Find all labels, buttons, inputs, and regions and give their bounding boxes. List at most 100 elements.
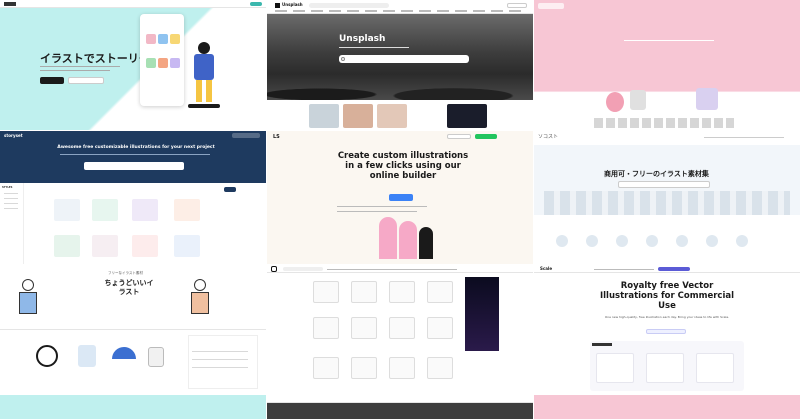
hero-desc-2: [337, 211, 417, 212]
brand-name[interactable]: ソコスト: [538, 133, 558, 140]
illustration-3[interactable]: [132, 199, 158, 221]
lineart-12[interactable]: [427, 357, 453, 379]
filter-item-2[interactable]: [4, 198, 18, 199]
phone-thumb-3: [170, 34, 180, 44]
section-divider: [0, 329, 266, 330]
nav-search[interactable]: [309, 3, 389, 8]
hero-title: ちょうどいいイラスト: [104, 279, 154, 296]
tab-active[interactable]: [224, 187, 236, 192]
tile-6-japanese-illustration-material[interactable]: ソコスト 商用可・フリーのイラスト素材集: [534, 131, 800, 264]
sidebar-item-2[interactable]: [192, 359, 248, 360]
lineart-5[interactable]: [313, 317, 339, 339]
tile-9-scale[interactable]: Scale Royalty free Vector Illustrations …: [534, 265, 800, 394]
hero-tagline: [624, 40, 714, 41]
category-icon-5[interactable]: [676, 235, 688, 247]
site-logo[interactable]: [4, 2, 16, 6]
tile-12-partial[interactable]: [534, 395, 800, 419]
category-thumbs[interactable]: [594, 118, 734, 128]
hero-title: Create custom illustrations in a few cli…: [337, 151, 469, 181]
illustration-6[interactable]: [92, 235, 118, 257]
category-icon-3[interactable]: [616, 235, 628, 247]
scale-card-2[interactable]: [646, 353, 684, 383]
search-input[interactable]: [339, 55, 469, 63]
secondary-button[interactable]: [68, 77, 104, 84]
filter-item-4[interactable]: [4, 208, 18, 209]
illustration-7[interactable]: [132, 235, 158, 257]
category-icon-2[interactable]: [586, 235, 598, 247]
tile-1-storytelling-site[interactable]: イラストでストーリーを語る: [0, 0, 266, 130]
ad-banner[interactable]: [465, 277, 499, 351]
unsplash-logo[interactable]: [275, 3, 280, 8]
scale-label: [592, 343, 612, 346]
character-left: [16, 279, 40, 319]
lineart-11[interactable]: [389, 357, 415, 379]
hero-title: Awesome free customizable illustrations …: [57, 145, 215, 150]
sub-label: フリーなイラスト素材: [108, 271, 143, 275]
search-input[interactable]: [283, 267, 323, 271]
tile-7-choudoii-illustration[interactable]: フリーなイラスト素材 ちょうどいいイラスト: [0, 265, 266, 394]
scale-card-1[interactable]: [596, 353, 634, 383]
tile-11-partial[interactable]: [267, 395, 533, 419]
phone-thumb-6: [170, 58, 180, 68]
hero-title: Royalty free Vector Illustrations for Co…: [599, 281, 735, 311]
brand-name[interactable]: Scale: [540, 266, 552, 271]
city-illustration: [544, 191, 790, 215]
hero-banner: [0, 131, 266, 183]
category-icon-6[interactable]: [706, 235, 718, 247]
photo-thumb-2[interactable]: [343, 104, 373, 128]
lineart-10[interactable]: [351, 357, 377, 379]
category-icon-7[interactable]: [736, 235, 748, 247]
download-button[interactable]: [40, 77, 64, 84]
lineart-8[interactable]: [427, 317, 453, 339]
sidebar-item-1[interactable]: [192, 351, 248, 352]
lineart-4[interactable]: [427, 281, 453, 303]
search-input[interactable]: [84, 162, 184, 170]
photo-thumb-1[interactable]: [309, 104, 339, 128]
illustration-5[interactable]: [54, 235, 80, 257]
login-button[interactable]: [447, 134, 471, 139]
category-icon-1[interactable]: [556, 235, 568, 247]
lineart-1[interactable]: [313, 281, 339, 303]
nav-cta-button[interactable]: [658, 267, 690, 271]
brand-name[interactable]: storyset: [4, 133, 23, 138]
submit-photo-button[interactable]: [507, 3, 527, 8]
scale-card-3[interactable]: [696, 353, 734, 383]
sidebar-item-3[interactable]: [192, 367, 248, 368]
illustration-4[interactable]: [174, 199, 200, 221]
site-logo[interactable]: [271, 266, 277, 272]
illustration-8[interactable]: [174, 235, 200, 257]
get-started-button[interactable]: [389, 194, 413, 201]
illustration-1[interactable]: [54, 199, 80, 221]
photo-thumb-3[interactable]: [377, 104, 407, 128]
filter-item-1[interactable]: [4, 193, 18, 194]
tile-4-storyset[interactable]: storyset Awesome free customizable illus…: [0, 131, 266, 264]
nav-button[interactable]: [250, 2, 262, 6]
item-toilet[interactable]: [148, 347, 164, 367]
tile-10-partial[interactable]: [0, 395, 266, 419]
brand-name: Unsplash: [282, 2, 303, 7]
search-input[interactable]: [618, 181, 710, 188]
filter-item-3[interactable]: [4, 203, 18, 204]
tile-2-unsplash[interactable]: Unsplash Unsplash: [267, 0, 533, 130]
item-football[interactable]: [36, 345, 58, 367]
character-right: [188, 279, 212, 319]
choose-color-button[interactable]: [646, 329, 686, 334]
item-umbrella[interactable]: [112, 347, 136, 359]
tile-5-illustration-builder[interactable]: LS Create custom illustrations in a few …: [267, 131, 533, 264]
lineart-6[interactable]: [351, 317, 377, 339]
site-logo[interactable]: [538, 3, 564, 9]
lineart-3[interactable]: [389, 281, 415, 303]
lineart-2[interactable]: [351, 281, 377, 303]
illustration-2[interactable]: [92, 199, 118, 221]
tile-3-pink-illustration-site[interactable]: [534, 0, 800, 130]
tile-8-lineart-grid[interactable]: [267, 265, 533, 394]
nav-button[interactable]: [232, 133, 260, 138]
hero-desc: [60, 154, 210, 155]
signup-button[interactable]: [475, 134, 497, 139]
category-icon-4[interactable]: [646, 235, 658, 247]
brand-name[interactable]: LS: [273, 134, 280, 140]
lineart-7[interactable]: [389, 317, 415, 339]
lineart-9[interactable]: [313, 357, 339, 379]
photo-thumb-4[interactable]: [447, 104, 487, 128]
item-soccer-player[interactable]: [78, 345, 96, 367]
